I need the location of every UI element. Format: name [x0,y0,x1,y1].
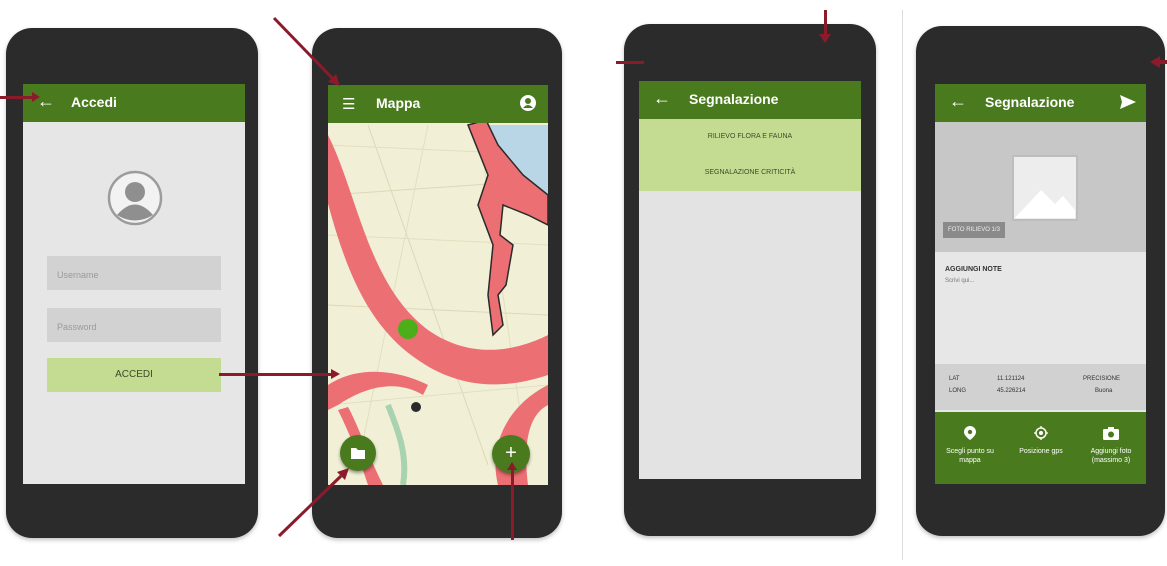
flow-arrowhead [331,369,340,379]
choose-point-button[interactable]: Scegli punto su mappa [940,412,1000,465]
flow-arrow-login-back [0,96,34,99]
precision-value: Buona [1095,388,1113,394]
flow-arrow-report-menu-left [616,61,644,64]
map-appbar: ☰ Mappa [328,85,548,123]
login-button[interactable]: ACCEDI [47,358,221,392]
menu-item-criticita[interactable]: SEGNALAZIONE CRITICITÀ [639,155,861,191]
photo-label: FOTO RILIEVO 1/3 [943,222,1005,238]
folder-fab-button[interactable] [340,435,376,471]
gps-position-label: Posizione gps [1019,448,1063,455]
flow-arrowhead [32,92,40,102]
photo-area[interactable]: FOTO RILIEVO 1/3 [935,122,1146,252]
flow-arrow-map-menu [272,16,340,86]
phone-login: ← Accedi Username Password ACCEDI [6,28,258,538]
phone-report-form: ← Segnalazione FOTO RILIEVO 1/3 AGGIUNGI… [916,26,1165,536]
map-screen: ☰ Mappa + [328,85,548,485]
flow-arrowhead [819,34,831,43]
flow-arrow-login-to-map [219,373,333,376]
flow-arrow-report-form-right [1158,60,1167,64]
flow-arrow-add-fab [511,466,514,540]
notes-label: AGGIUNGI NOTE [945,266,1002,273]
precision-label: PRECISIONE [1083,376,1121,382]
report-form-screen: ← Segnalazione FOTO RILIEVO 1/3 AGGIUNGI… [935,84,1146,484]
back-arrow-icon[interactable]: ← [949,91,967,112]
report-form-title: Segnalazione [985,94,1075,110]
password-field[interactable]: Password [47,308,221,342]
lat-label: LAT [949,376,960,382]
gps-icon [1034,426,1048,440]
menu-icon[interactable]: ☰ [342,95,355,113]
menu-item-flora-fauna[interactable]: RILIEVO FLORA E FAUNA [639,119,861,155]
map-view[interactable] [328,85,548,485]
plus-icon: + [505,442,517,464]
login-screen: ← Accedi Username Password ACCEDI [23,84,245,484]
login-appbar: ← Accedi [23,84,245,122]
map-title: Mappa [376,95,421,111]
folder-icon [351,448,365,459]
notes-field[interactable]: Scrivi qui... [945,278,1135,284]
report-menu-screen: ← Segnalazione RILIEVO FLORA E FAUNA SEG… [639,81,861,479]
avatar-icon [107,170,163,226]
phone-report-menu: ← Segnalazione RILIEVO FLORA E FAUNA SEG… [624,24,876,536]
report-menu-title: Segnalazione [689,91,779,107]
report-form-appbar: ← Segnalazione [935,84,1146,122]
login-title: Accedi [71,94,117,110]
flow-arrow-folder-fab [277,468,349,538]
phone-map: ☰ Mappa + [312,28,562,538]
username-field[interactable]: Username [47,256,221,290]
gps-position-button[interactable]: Posizione gps [1011,412,1071,456]
long-value: 45.226214 [997,388,1026,394]
flow-arrowhead [507,462,517,470]
back-arrow-icon[interactable]: ← [653,88,671,109]
add-photo-button[interactable]: Aggiungi foto (massimo 3) [1081,412,1141,465]
action-toolbar: Scegli punto su mappa Posizione gps Aggi… [935,412,1146,484]
account-icon[interactable] [520,95,536,111]
add-photo-label: Aggiungi foto (massimo 3) [1090,448,1132,464]
pin-icon [964,426,976,440]
send-icon[interactable] [1120,95,1136,114]
camera-icon [1103,427,1119,440]
long-label: LONG [949,388,967,394]
section-divider [902,10,903,560]
lat-value: 11.121124 [997,376,1025,382]
choose-point-label: Scegli punto su mappa [946,448,994,464]
coordinates-panel: LAT 11.121124 LONG 45.226214 PRECISIONE … [935,364,1146,410]
image-placeholder-icon [1011,154,1079,222]
report-menu-appbar: ← Segnalazione [639,81,861,119]
